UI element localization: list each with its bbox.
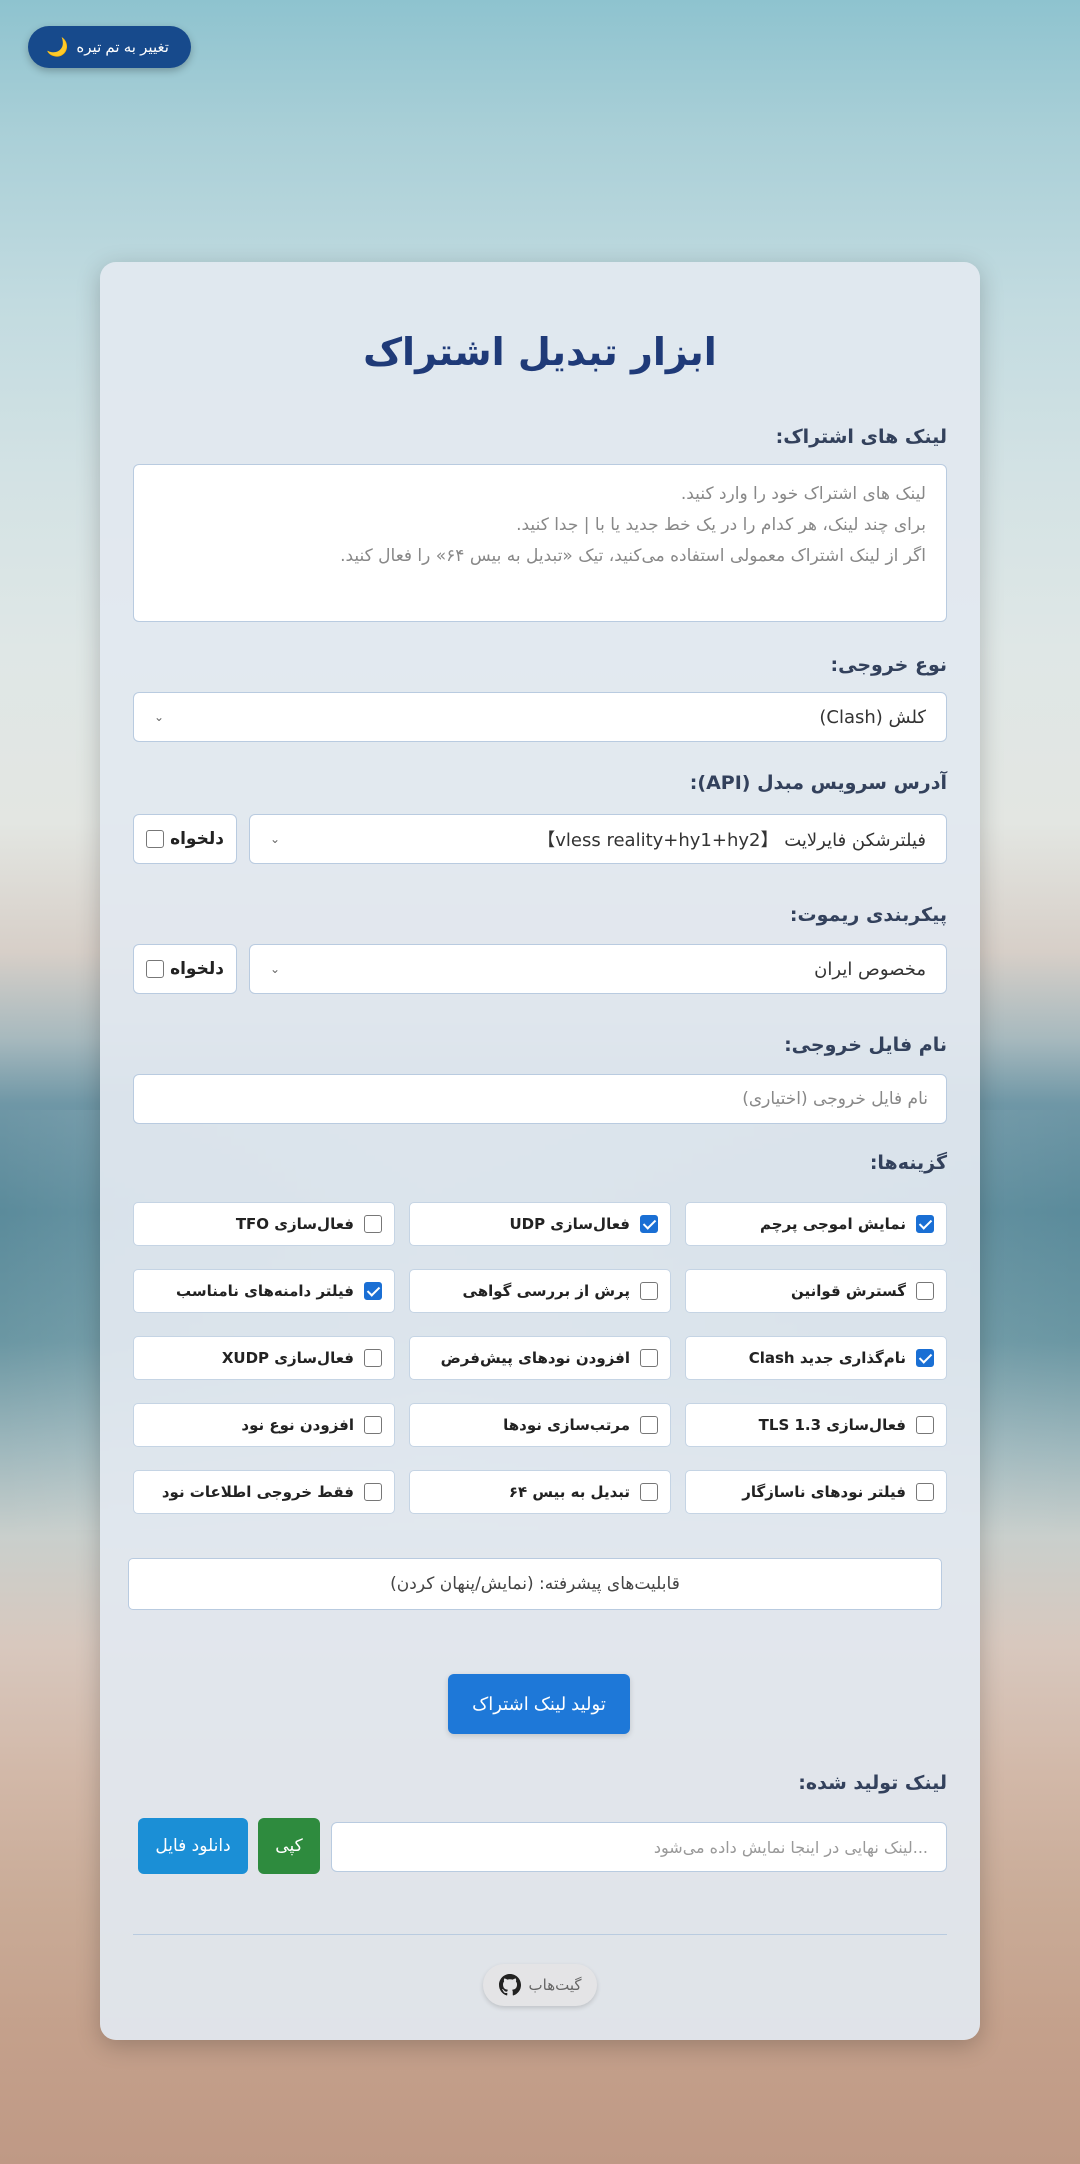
advanced-toggle[interactable]: قابلیت‌های پیشرفته: (نمایش/پنهان کردن) — [128, 1558, 942, 1610]
option-checkbox[interactable] — [364, 1215, 382, 1233]
subscription-textarea[interactable]: لینک های اشتراک خود را وارد کنید. برای چ… — [133, 464, 947, 622]
option-item[interactable]: فعال‌سازی XUDP — [133, 1336, 395, 1380]
result-label: لینک تولید شده: — [798, 1772, 947, 1794]
remote-label: پیکربندی ریموت: — [789, 904, 947, 926]
option-item[interactable]: نام‌گذاری جدید Clash — [685, 1336, 947, 1380]
option-item[interactable]: افزودن نوع نود — [133, 1403, 395, 1447]
api-custom-checkbox[interactable] — [146, 830, 165, 848]
remote-custom-label: دلخواه — [170, 959, 224, 979]
generate-button[interactable]: تولید لینک اشتراک — [448, 1674, 630, 1734]
option-item[interactable]: فعال‌سازی TFO — [133, 1202, 395, 1246]
option-label: فیلتر دامنه‌های نامناسب — [175, 1282, 354, 1300]
filename-label: نام فایل خروجی: — [784, 1034, 947, 1056]
option-item[interactable]: فعال‌سازی TLS 1.3 — [685, 1403, 947, 1447]
option-item[interactable]: پرش از بررسی گواهی — [409, 1269, 671, 1313]
moon-icon: 🌙 — [46, 36, 69, 57]
option-checkbox[interactable] — [640, 1483, 658, 1501]
option-checkbox[interactable] — [640, 1282, 658, 1300]
options-grid: نمایش اموجی پرچم فعال‌سازی UDP فعال‌سازی T… — [133, 1202, 947, 1514]
github-icon — [498, 1974, 521, 1996]
result-placeholder: ...لینک نهایی در اینجا نمایش داده می‌شود — [653, 1837, 928, 1857]
option-checkbox[interactable] — [640, 1349, 658, 1367]
option-label: تبدیل به بیس ۶۴ — [508, 1483, 630, 1501]
option-item[interactable]: فعال‌سازی UDP — [409, 1202, 671, 1246]
remote-value: مخصوص ایران — [814, 958, 926, 980]
chevron-down-icon: ⌄ — [270, 962, 281, 976]
theme-toggle-label: تغییر به تم تیره — [76, 39, 169, 56]
option-label: پرش از بررسی گواهی — [462, 1282, 630, 1300]
option-checkbox[interactable] — [364, 1483, 382, 1501]
chevron-down-icon: ⌄ — [270, 832, 281, 846]
subscription-label: لینک های اشتراک: — [775, 426, 947, 448]
output-type-value: کلش (Clash) — [819, 706, 926, 728]
option-item[interactable]: مرتب‌سازی نودها — [409, 1403, 671, 1447]
api-label: آدرس سرویس مبدل (API): — [689, 772, 947, 794]
option-item[interactable]: نمایش اموجی پرچم — [685, 1202, 947, 1246]
filename-input[interactable]: نام فایل خروجی (اختیاری) — [133, 1074, 947, 1124]
github-label: گیت‌هاب — [528, 1976, 582, 1994]
option-checkbox[interactable] — [640, 1215, 658, 1233]
option-label: افزودن نوع نود — [241, 1416, 354, 1434]
chevron-down-icon: ⌄ — [154, 710, 165, 724]
option-label: نمایش اموجی پرچم — [760, 1215, 906, 1233]
placeholder-line: اگر از لینک اشتراک معمولی استفاده می‌کنی… — [340, 546, 926, 566]
output-type-label: نوع خروجی: — [830, 654, 947, 676]
option-checkbox[interactable] — [916, 1282, 934, 1300]
output-type-select[interactable]: کلش (Clash) ⌄ — [133, 692, 947, 742]
option-item[interactable]: فقط خروجی اطلاعات نود — [133, 1470, 395, 1514]
option-label: فعال‌سازی TLS 1.3 — [758, 1416, 906, 1434]
placeholder-line: لینک های اشتراک خود را وارد کنید. — [680, 484, 926, 504]
option-label: نام‌گذاری جدید Clash — [748, 1349, 906, 1367]
option-label: فعال‌سازی UDP — [509, 1215, 630, 1233]
option-label: گسترش قوانین — [791, 1282, 906, 1300]
result-input[interactable]: ...لینک نهایی در اینجا نمایش داده می‌شود — [331, 1822, 947, 1872]
option-label: فیلتر نودهای ناسازگار — [742, 1483, 906, 1501]
api-custom-toggle[interactable]: دلخواه — [133, 814, 237, 864]
option-label: فقط خروجی اطلاعات نود — [161, 1483, 354, 1501]
option-checkbox[interactable] — [364, 1349, 382, 1367]
option-label: فعال‌سازی TFO — [235, 1215, 354, 1233]
option-checkbox[interactable] — [364, 1416, 382, 1434]
remote-select[interactable]: مخصوص ایران ⌄ — [249, 944, 947, 994]
option-checkbox[interactable] — [364, 1282, 382, 1300]
options-label: گزینه‌ها: — [869, 1152, 947, 1174]
divider — [133, 1934, 947, 1935]
option-item[interactable]: فیلتر نودهای ناسازگار — [685, 1470, 947, 1514]
option-item[interactable]: افزودن نودهای پیش‌فرض — [409, 1336, 671, 1380]
option-checkbox[interactable] — [916, 1483, 934, 1501]
option-label: فعال‌سازی XUDP — [221, 1349, 354, 1367]
placeholder-line: برای چند لینک، هر کدام را در یک خط جدید … — [516, 515, 926, 535]
download-button[interactable]: دانلود فایل — [138, 1818, 248, 1874]
page-title: ابزار تبدیل اشتراک — [363, 330, 717, 374]
api-select[interactable]: فیلترشکن فایرلایت 【vless reality+hy1+hy2… — [249, 814, 947, 864]
option-checkbox[interactable] — [916, 1416, 934, 1434]
api-value: فیلترشکن فایرلایت 【vless reality+hy1+hy2… — [537, 830, 926, 851]
option-checkbox[interactable] — [916, 1349, 934, 1367]
option-checkbox[interactable] — [916, 1215, 934, 1233]
option-item[interactable]: گسترش قوانین — [685, 1269, 947, 1313]
github-link[interactable]: گیت‌هاب — [483, 1964, 597, 2006]
remote-custom-checkbox[interactable] — [146, 960, 165, 978]
api-custom-label: دلخواه — [170, 829, 224, 849]
copy-button[interactable]: کپی — [258, 1818, 320, 1874]
remote-custom-toggle[interactable]: دلخواه — [133, 944, 237, 994]
option-item[interactable]: فیلتر دامنه‌های نامناسب — [133, 1269, 395, 1313]
option-label: مرتب‌سازی نودها — [503, 1416, 630, 1434]
filename-placeholder: نام فایل خروجی (اختیاری) — [742, 1089, 928, 1109]
theme-toggle-button[interactable]: تغییر به تم تیره 🌙 — [28, 26, 191, 68]
converter-card: ابزار تبدیل اشتراک لینک های اشتراک: لینک… — [100, 262, 980, 2040]
option-item[interactable]: تبدیل به بیس ۶۴ — [409, 1470, 671, 1514]
option-label: افزودن نودهای پیش‌فرض — [440, 1349, 630, 1367]
option-checkbox[interactable] — [640, 1416, 658, 1434]
